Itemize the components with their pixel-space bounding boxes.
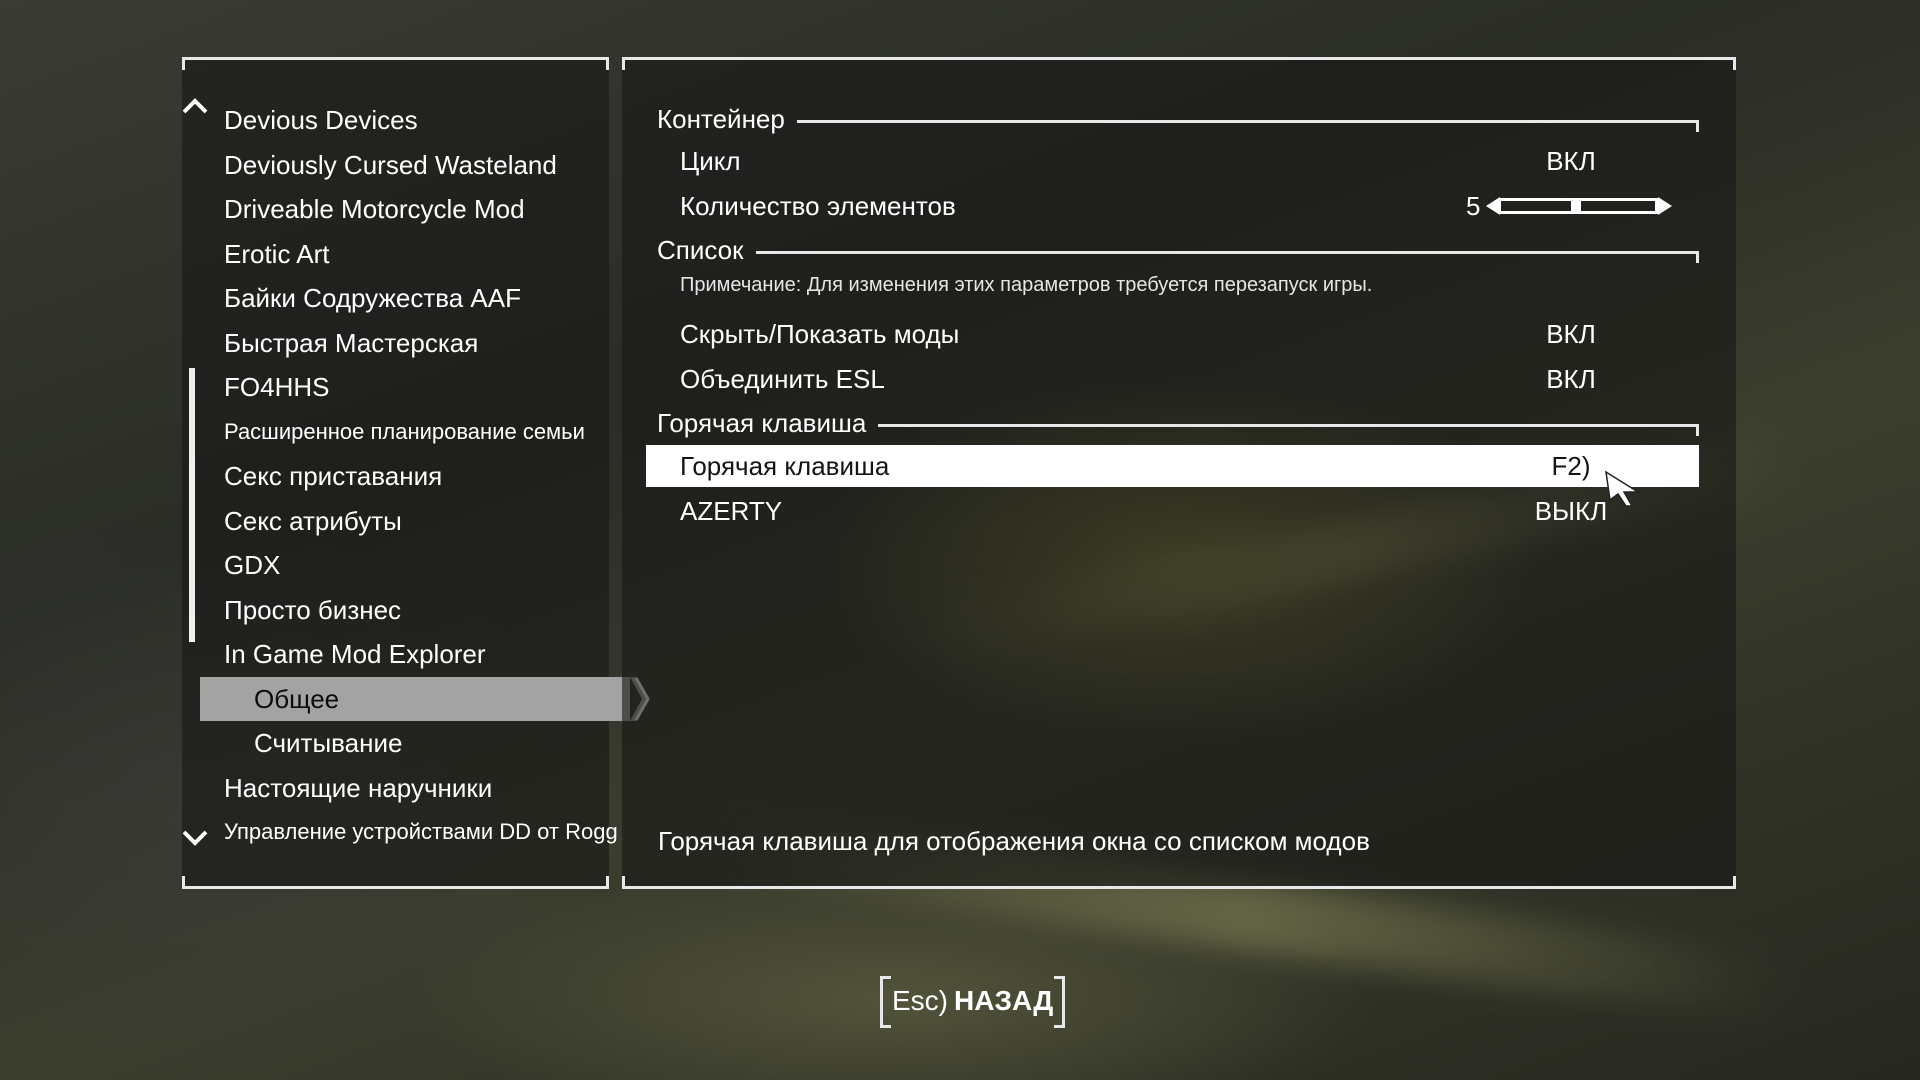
mod-list-item[interactable]: GDX — [224, 543, 614, 588]
option-label: Объединить ESL — [680, 364, 885, 394]
option-merge-esl[interactable]: Объединить ESL ВКЛ — [646, 358, 1699, 400]
slider-value: 5 — [1466, 191, 1481, 221]
mod-list-item[interactable]: Просто бизнес — [224, 588, 614, 633]
mod-subitem-label: Общее — [254, 683, 340, 714]
section-divider — [878, 423, 1699, 436]
option-label: Горячая клавиша — [680, 451, 890, 481]
mod-subitem-general-selected[interactable]: Общее — [200, 676, 650, 721]
mod-subitem[interactable]: Считывание — [224, 721, 614, 766]
mod-list-item[interactable]: Быстрая Мастерская — [224, 321, 614, 366]
section-title: Контейнер — [657, 103, 785, 134]
section-divider — [796, 119, 1700, 132]
chevron-down-icon[interactable] — [182, 830, 208, 846]
back-key-hint: Esc) — [892, 985, 948, 1016]
mod-list-item[interactable]: Байки Содружества AAF — [224, 276, 614, 321]
option-value: ВКЛ — [1546, 364, 1596, 394]
slider-track[interactable] — [1498, 198, 1658, 214]
option-value: ВКЛ — [1546, 319, 1596, 349]
mod-list-item[interactable]: Секс атрибуты — [224, 499, 614, 544]
restart-note: Примечание: Для изменения этих параметро… — [680, 274, 1373, 296]
option-azerty[interactable]: AZERTY ВЫКЛ — [646, 490, 1699, 532]
mod-list-item[interactable]: Настоящие наручники — [224, 766, 614, 811]
mod-list-item[interactable]: Секс приставания — [224, 454, 614, 499]
mod-list-item[interactable]: In Game Mod Explorer — [224, 632, 614, 677]
settings-panel: Контейнер Цикл ВКЛ Количество элементов … — [622, 57, 1736, 889]
option-description: Горячая клавиша для отображения окна со … — [658, 826, 1370, 856]
mouse-cursor-icon — [1605, 470, 1640, 507]
option-label: Скрыть/Показать моды — [680, 319, 960, 349]
mod-list-panel: Devious Devices Deviously Cursed Wastela… — [182, 57, 650, 889]
chevron-up-icon[interactable] — [182, 98, 208, 114]
section-title: Горячая клавиша — [657, 407, 867, 438]
back-button[interactable]: Esc) НАЗАД — [880, 976, 1066, 1028]
scrollbar-thumb[interactable] — [189, 368, 195, 642]
mod-list-item[interactable]: Devious Devices — [224, 98, 614, 143]
section-header-container: Контейнер — [657, 99, 1700, 139]
section-title: Список — [657, 234, 744, 265]
option-label: AZERTY — [680, 496, 783, 526]
option-label: Количество элементов — [680, 191, 956, 221]
mod-list-item[interactable]: Deviously Cursed Wasteland — [224, 143, 614, 188]
mod-list-item[interactable]: Расширенное планирование семьи — [224, 410, 614, 455]
option-hotkey[interactable]: Горячая клавиша F2) — [646, 445, 1699, 487]
section-header-hotkey: Горячая клавиша — [657, 403, 1699, 443]
option-label: Цикл — [680, 146, 741, 176]
mod-list-item[interactable]: Erotic Art — [224, 232, 614, 277]
section-divider — [755, 250, 1700, 263]
element-count-slider[interactable]: 5 — [1466, 185, 1696, 227]
option-value: ВКЛ — [1546, 146, 1596, 176]
slider-handle[interactable] — [1571, 201, 1581, 211]
option-cycle[interactable]: Цикл ВКЛ — [646, 140, 1699, 182]
mod-list-item[interactable]: Driveable Motorcycle Mod — [224, 187, 614, 232]
option-element-count[interactable]: Количество элементов 5 — [646, 185, 1699, 227]
mod-list: Devious Devices Deviously Cursed Wastela… — [200, 98, 650, 855]
slider-right-arrow-icon[interactable] — [1658, 197, 1672, 215]
section-header-list: Список — [657, 230, 1700, 270]
mod-list-item[interactable]: FO4HHS — [224, 365, 614, 410]
back-button-label: НАЗАД — [954, 985, 1054, 1016]
option-hide-show-mods[interactable]: Скрыть/Показать моды ВКЛ — [646, 313, 1699, 355]
mod-list-item[interactable]: Управление устройствами DD от Rogg — [224, 810, 618, 855]
